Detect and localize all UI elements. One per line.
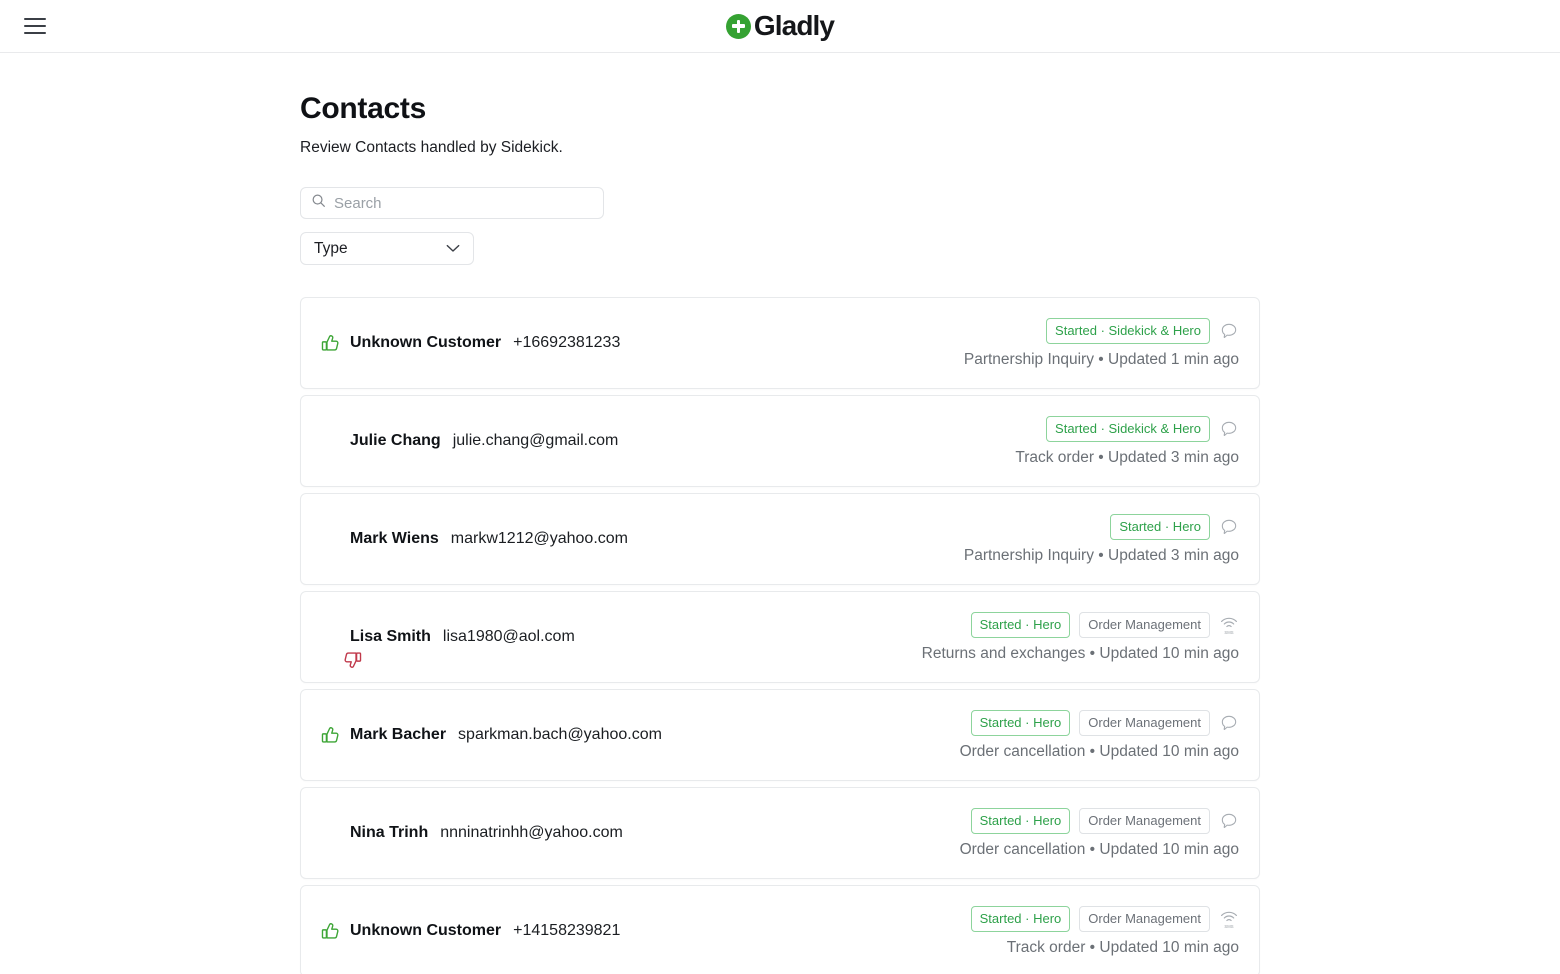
search-field[interactable] xyxy=(300,187,604,219)
contact-meta: Partnership Inquiry • Updated 1 min ago xyxy=(963,350,1239,368)
contact-card-5[interactable]: Nina Trinh nnninatrinhh@yahoo.com Starte… xyxy=(300,787,1260,879)
chat-bubble-icon[interactable] xyxy=(1219,811,1239,831)
badge-row: Started · Sidekick & Hero xyxy=(1046,415,1239,442)
contact-card-6[interactable]: Unknown Customer +14158239821 Started · … xyxy=(300,885,1260,974)
status-badge: Started · Hero xyxy=(970,611,1071,638)
gladly-plus-circle-icon xyxy=(725,13,751,39)
contact-identity: Mark Wiens markw1212@yahoo.com xyxy=(319,530,964,548)
contact-card-1[interactable]: Julie Chang julie.chang@gmail.com Starte… xyxy=(300,395,1260,487)
contact-name: Unknown Customer xyxy=(350,334,502,351)
contact-meta: Track order • Updated 10 min ago xyxy=(1006,938,1239,956)
contact-identity: Lisa Smith lisa1980@aol.com xyxy=(319,627,922,668)
contact-name: Lisa Smith xyxy=(350,628,431,645)
chat-bubble-icon[interactable] xyxy=(1219,419,1239,439)
contact-meta: Returns and exchanges • Updated 10 min a… xyxy=(921,644,1239,662)
contact-handle: +16692381233 xyxy=(513,334,621,351)
badge-row: Started · Hero Order Management SMS xyxy=(970,611,1239,638)
contact-summary: Started · Hero Order Management Order ca… xyxy=(959,807,1239,859)
contact-meta: Order cancellation • Updated 10 min ago xyxy=(959,840,1239,858)
hamburger-line xyxy=(24,18,46,20)
contact-handle: +14158239821 xyxy=(513,922,621,939)
page-title: Contacts xyxy=(300,92,426,125)
contact-meta: Partnership Inquiry • Updated 3 min ago xyxy=(963,546,1239,564)
hamburger-line xyxy=(24,25,46,27)
chevron-down-icon xyxy=(446,240,460,258)
contact-identity: Julie Chang julie.chang@gmail.com xyxy=(319,432,1015,450)
contact-name: Nina Trinh xyxy=(350,824,429,841)
topic-badge: Order Management xyxy=(1079,905,1210,932)
topic-badge: Order Management xyxy=(1079,807,1210,834)
contacts-list: Unknown Customer +16692381233 Started · … xyxy=(300,297,1260,974)
sms-icon[interactable]: SMS xyxy=(1219,909,1239,929)
app-header: Gladly xyxy=(0,0,1560,53)
page-subtitle: Review Contacts handled by Sidekick. xyxy=(300,139,563,156)
contact-identity: Mark Bacher sparkman.bach@yahoo.com xyxy=(319,725,960,746)
contact-card-0[interactable]: Unknown Customer +16692381233 Started · … xyxy=(300,297,1260,389)
status-badge: Started · Sidekick & Hero xyxy=(1046,317,1210,344)
hamburger-line xyxy=(24,32,46,34)
contact-name: Mark Wiens xyxy=(350,530,439,547)
status-badge: Started · Sidekick & Hero xyxy=(1046,415,1210,442)
badge-row: Started · Hero xyxy=(1110,513,1239,540)
contact-identity: Nina Trinh nnninatrinhh@yahoo.com xyxy=(319,824,960,842)
sms-icon[interactable]: SMS xyxy=(1219,615,1239,635)
contact-identity: Unknown Customer +16692381233 xyxy=(319,333,964,354)
status-badge: Started · Hero xyxy=(970,905,1071,932)
status-badge: Started · Hero xyxy=(1110,513,1210,540)
topic-badge: Order Management xyxy=(1079,611,1210,638)
contact-meta: Track order • Updated 3 min ago xyxy=(1015,448,1239,466)
contact-meta: Order cancellation • Updated 10 min ago xyxy=(959,742,1239,760)
thumbs-up-icon xyxy=(319,921,341,942)
contact-handle: markw1212@yahoo.com xyxy=(450,530,628,547)
badge-row: Started · Hero Order Management xyxy=(970,807,1239,834)
brand-name: Gladly xyxy=(753,10,835,41)
hamburger-menu-icon[interactable] xyxy=(24,18,46,34)
contact-summary: Started · Hero Order Management SMS Retu… xyxy=(921,611,1239,663)
contact-name: Julie Chang xyxy=(350,432,441,449)
badge-row: Started · Hero Order Management xyxy=(970,709,1239,736)
search-icon xyxy=(311,193,326,213)
contact-summary: Started · Sidekick & Hero Track order • … xyxy=(1015,415,1239,467)
contact-handle: nnninatrinhh@yahoo.com xyxy=(440,824,623,841)
chat-bubble-icon[interactable] xyxy=(1219,713,1239,733)
thumbs-up-icon xyxy=(319,725,341,746)
chat-bubble-icon[interactable] xyxy=(1219,321,1239,341)
status-badge: Started · Hero xyxy=(970,709,1071,736)
contact-handle: sparkman.bach@yahoo.com xyxy=(458,726,662,743)
topic-badge: Order Management xyxy=(1079,709,1210,736)
contact-summary: Started · Hero Order Management Order ca… xyxy=(959,709,1239,761)
type-filter-dropdown[interactable]: Type xyxy=(300,232,474,265)
contact-handle: lisa1980@aol.com xyxy=(442,628,575,645)
contact-card-2[interactable]: Mark Wiens markw1212@yahoo.com Started ·… xyxy=(300,493,1260,585)
badge-row: Started · Sidekick & Hero xyxy=(1046,317,1239,344)
contact-name: Unknown Customer xyxy=(350,922,502,939)
contact-identity: Unknown Customer +14158239821 xyxy=(319,921,971,942)
contact-handle: julie.chang@gmail.com xyxy=(452,432,619,449)
page-content: Contacts Review Contacts handled by Side… xyxy=(0,53,1560,974)
type-filter-label: Type xyxy=(314,239,348,257)
status-badge: Started · Hero xyxy=(970,807,1071,834)
brand-logo[interactable]: Gladly xyxy=(725,10,835,41)
contact-summary: Started · Hero Partnership Inquiry • Upd… xyxy=(963,513,1239,565)
search-input[interactable] xyxy=(334,194,593,212)
badge-row: Started · Hero Order Management SMS xyxy=(970,905,1239,932)
contact-summary: Started · Hero Order Management SMS Trac… xyxy=(970,905,1239,957)
contact-card-4[interactable]: Mark Bacher sparkman.bach@yahoo.com Star… xyxy=(300,689,1260,781)
contact-summary: Started · Sidekick & Hero Partnership In… xyxy=(963,317,1239,369)
thumbs-up-icon xyxy=(319,333,341,354)
thumbs-down-icon xyxy=(319,627,361,668)
contact-card-3[interactable]: Lisa Smith lisa1980@aol.com Started · He… xyxy=(300,591,1260,683)
contact-name: Mark Bacher xyxy=(350,726,447,743)
filters-bar: Type xyxy=(300,187,1260,265)
chat-bubble-icon[interactable] xyxy=(1219,517,1239,537)
